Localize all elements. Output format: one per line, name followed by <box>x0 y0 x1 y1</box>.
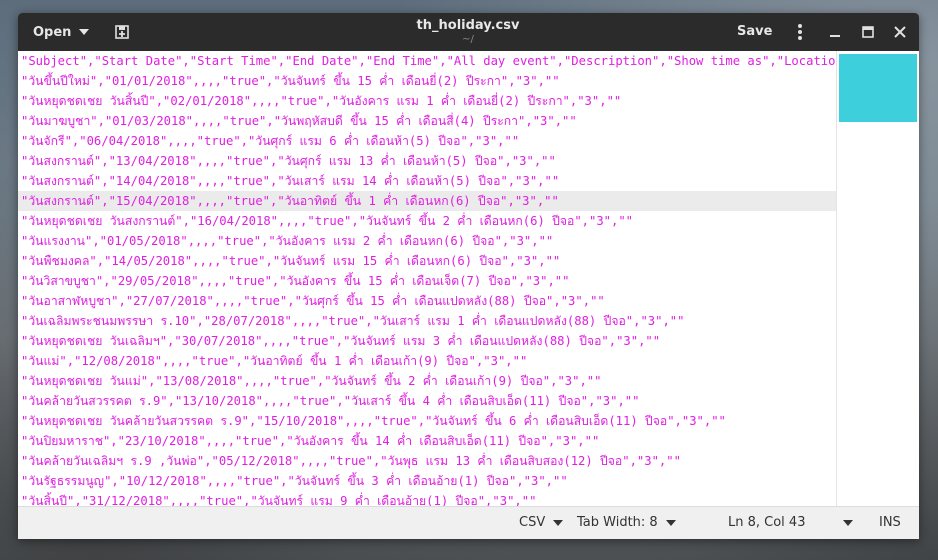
text-line[interactable]: "วันสงกรานต์","14/04/2018",,,,"true","วั… <box>18 171 836 191</box>
text-line[interactable]: "วันมาฆบูชา","01/03/2018",,,,"true","วัน… <box>18 111 836 131</box>
text-line[interactable]: "Subject","Start Date","Start Time","End… <box>18 51 850 71</box>
header-bar: Open th_holiday.csv ~/ Save <box>18 13 919 51</box>
save-button[interactable]: Save <box>737 24 772 39</box>
text-line[interactable]: "วันหยุดชดเชย วันสิ้นปี","02/01/2018",,,… <box>18 91 836 111</box>
text-line[interactable]: "วันรัฐธรรมนูญ","10/12/2018",,,,"true","… <box>18 471 836 491</box>
text-line[interactable]: "วันหยุดชดเชย วันสงกรานต์","16/04/2018",… <box>18 211 836 231</box>
text-line[interactable]: "วันแม่","12/08/2018",,,,"true","วันอาทิ… <box>18 351 836 371</box>
open-label: Open <box>33 24 72 40</box>
text-editor-window: Open th_holiday.csv ~/ Save "Subject","S… <box>18 13 919 539</box>
text-line[interactable]: "วันสิ้นปี","31/12/2018",,,,"true","วันจ… <box>18 491 836 506</box>
text-line[interactable]: "วันวิสาขบูชา","29/05/2018",,,,"true","ว… <box>18 271 836 291</box>
maximize-icon[interactable] <box>860 24 876 40</box>
text-view[interactable]: "Subject","Start Date","Start Time","End… <box>18 51 919 506</box>
text-line[interactable]: "วันพืชมงคล","14/05/2018",,,,"true","วัน… <box>18 251 836 271</box>
text-line[interactable]: "วันปิยมหาราช","23/10/2018",,,,"true","ว… <box>18 431 836 451</box>
text-line[interactable]: "วันจักรี","06/04/2018",,,,"true","วันศุ… <box>18 131 836 151</box>
text-line[interactable]: "วันหยุดชดเชย วันคล้ายวันสวรรคต ร.9","15… <box>18 411 836 431</box>
status-bar: CSV Tab Width: 8 Ln 8, Col 43 INS <box>18 506 919 539</box>
text-lines[interactable]: "Subject","Start Date","Start Time","End… <box>18 51 850 506</box>
insert-mode-indicator[interactable]: INS <box>879 515 901 530</box>
chevron-down-icon <box>79 29 90 35</box>
chevron-down-icon <box>665 519 676 526</box>
chevron-down-icon <box>553 519 564 526</box>
tab-width-label: Tab Width: 8 <box>577 515 658 530</box>
cursor-position-label: Ln 8, Col 43 <box>728 515 806 530</box>
text-line[interactable]: "วันคล้ายวันสวรรคต ร.9","13/10/2018",,,,… <box>18 391 836 411</box>
text-line[interactable]: "วันอาสาฬหบูชา","27/07/2018",,,,"true","… <box>18 291 836 311</box>
chevron-down-icon <box>843 519 854 526</box>
text-line[interactable]: "วันเฉลิมพระชนมพรรษา ร.10","28/07/2018",… <box>18 311 836 331</box>
tab-width-selector[interactable]: Tab Width: 8 <box>577 515 676 530</box>
minimize-icon[interactable] <box>827 24 843 40</box>
window-title-area: th_holiday.csv ~/ <box>318 18 618 45</box>
new-document-icon[interactable] <box>114 24 130 40</box>
close-icon[interactable] <box>892 24 908 40</box>
text-line[interactable]: "วันหยุดชดเชย วันเฉลิมฯ","30/07/2018",,,… <box>18 331 836 351</box>
insert-mode-label: INS <box>879 515 901 530</box>
menu-icon[interactable] <box>797 24 803 41</box>
language-label: CSV <box>519 515 546 530</box>
document-path: ~/ <box>462 34 474 45</box>
cursor-position-selector[interactable]: Ln 8, Col 43 <box>728 515 854 530</box>
language-selector[interactable]: CSV <box>519 515 564 530</box>
text-line[interactable]: "วันหยุดชดเชย วันแม่","13/08/2018",,,,"t… <box>18 371 836 391</box>
minimap-viewport[interactable] <box>839 54 917 122</box>
text-line[interactable]: "วันสงกรานต์","13/04/2018",,,,"true","วั… <box>18 151 836 171</box>
text-line[interactable]: "วันแรงงาน","01/05/2018",,,,"true","วันอ… <box>18 231 836 251</box>
current-text-line[interactable]: "วันสงกรานต์","15/04/2018",,,,"true","วั… <box>18 191 836 211</box>
minimap[interactable] <box>836 51 919 506</box>
text-line[interactable]: "วันขึ้นปีใหม่","01/01/2018",,,,"true","… <box>18 71 836 91</box>
open-button[interactable]: Open <box>24 19 98 45</box>
document-title: th_holiday.csv <box>416 18 520 33</box>
text-line[interactable]: "วันคล้ายวันเฉลิมฯ ร.9 ,วันพ่อ","05/12/2… <box>18 451 836 471</box>
